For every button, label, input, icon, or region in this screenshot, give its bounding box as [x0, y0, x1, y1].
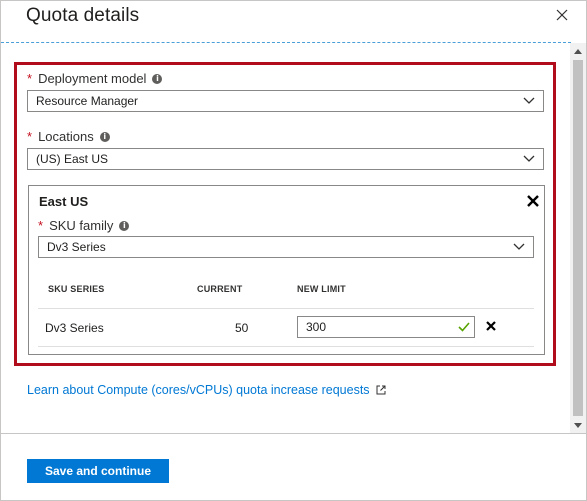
vertical-scrollbar[interactable]	[570, 43, 586, 433]
sku-family-label-text: SKU family	[49, 218, 114, 233]
info-icon[interactable]: i	[119, 220, 130, 231]
sku-family-label: * SKU family i	[38, 218, 130, 233]
locations-label-text: Locations	[38, 129, 94, 144]
deployment-model-value: Resource Manager	[36, 94, 139, 108]
table-cell-sku-series: Dv3 Series	[45, 321, 104, 335]
region-title: East US	[39, 194, 89, 209]
learn-more-link[interactable]: Learn about Compute (cores/vCPUs) quota …	[27, 383, 386, 397]
page-title: Quota details	[26, 5, 140, 26]
scroll-thumb[interactable]	[573, 60, 583, 416]
deployment-model-label: * Deployment model i	[27, 71, 163, 86]
quota-details-panel: Quota details * Deployment model i Resou…	[0, 0, 587, 501]
deployment-model-select[interactable]: Resource Manager	[27, 90, 544, 112]
new-limit-value: 300	[306, 320, 327, 334]
close-icon[interactable]	[526, 194, 540, 208]
remove-row-icon[interactable]	[485, 320, 497, 332]
info-icon[interactable]: i	[152, 73, 163, 84]
close-icon[interactable]	[552, 5, 572, 25]
save-and-continue-button[interactable]: Save and continue	[27, 459, 169, 483]
chevron-down-icon	[523, 155, 535, 162]
required-marker: *	[27, 129, 33, 144]
sku-family-select[interactable]: Dv3 Series	[38, 236, 534, 258]
locations-value: (US) East US	[36, 152, 109, 166]
checkmark-icon	[458, 322, 470, 332]
scroll-down-icon[interactable]	[570, 417, 586, 433]
chevron-down-icon	[513, 243, 525, 250]
info-icon[interactable]: i	[99, 131, 110, 142]
column-header-sku-series: SKU SERIES	[48, 284, 105, 294]
chevron-down-icon	[523, 97, 535, 104]
locations-select[interactable]: (US) East US	[27, 148, 544, 170]
header-divider	[1, 42, 571, 43]
table-cell-current: 50	[235, 321, 249, 335]
new-limit-input[interactable]: 300	[297, 316, 475, 338]
footer-divider	[1, 433, 586, 434]
deployment-model-label-text: Deployment model	[38, 71, 147, 86]
table-header-divider	[38, 308, 534, 309]
region-card: East US * SKU family i Dv3 Series SKU SE…	[28, 185, 545, 355]
required-marker: *	[38, 218, 44, 233]
scroll-up-icon[interactable]	[570, 43, 586, 59]
column-header-current: CURRENT	[197, 284, 243, 294]
table-row-divider	[38, 346, 534, 347]
column-header-new-limit: NEW LIMIT	[297, 284, 346, 294]
learn-more-link-text[interactable]: Learn about Compute (cores/vCPUs) quota …	[27, 383, 370, 397]
sku-family-value: Dv3 Series	[47, 240, 106, 254]
locations-label: * Locations i	[27, 129, 110, 144]
panel-header: Quota details	[1, 1, 586, 43]
external-link-icon	[376, 385, 386, 395]
required-marker: *	[27, 71, 33, 86]
